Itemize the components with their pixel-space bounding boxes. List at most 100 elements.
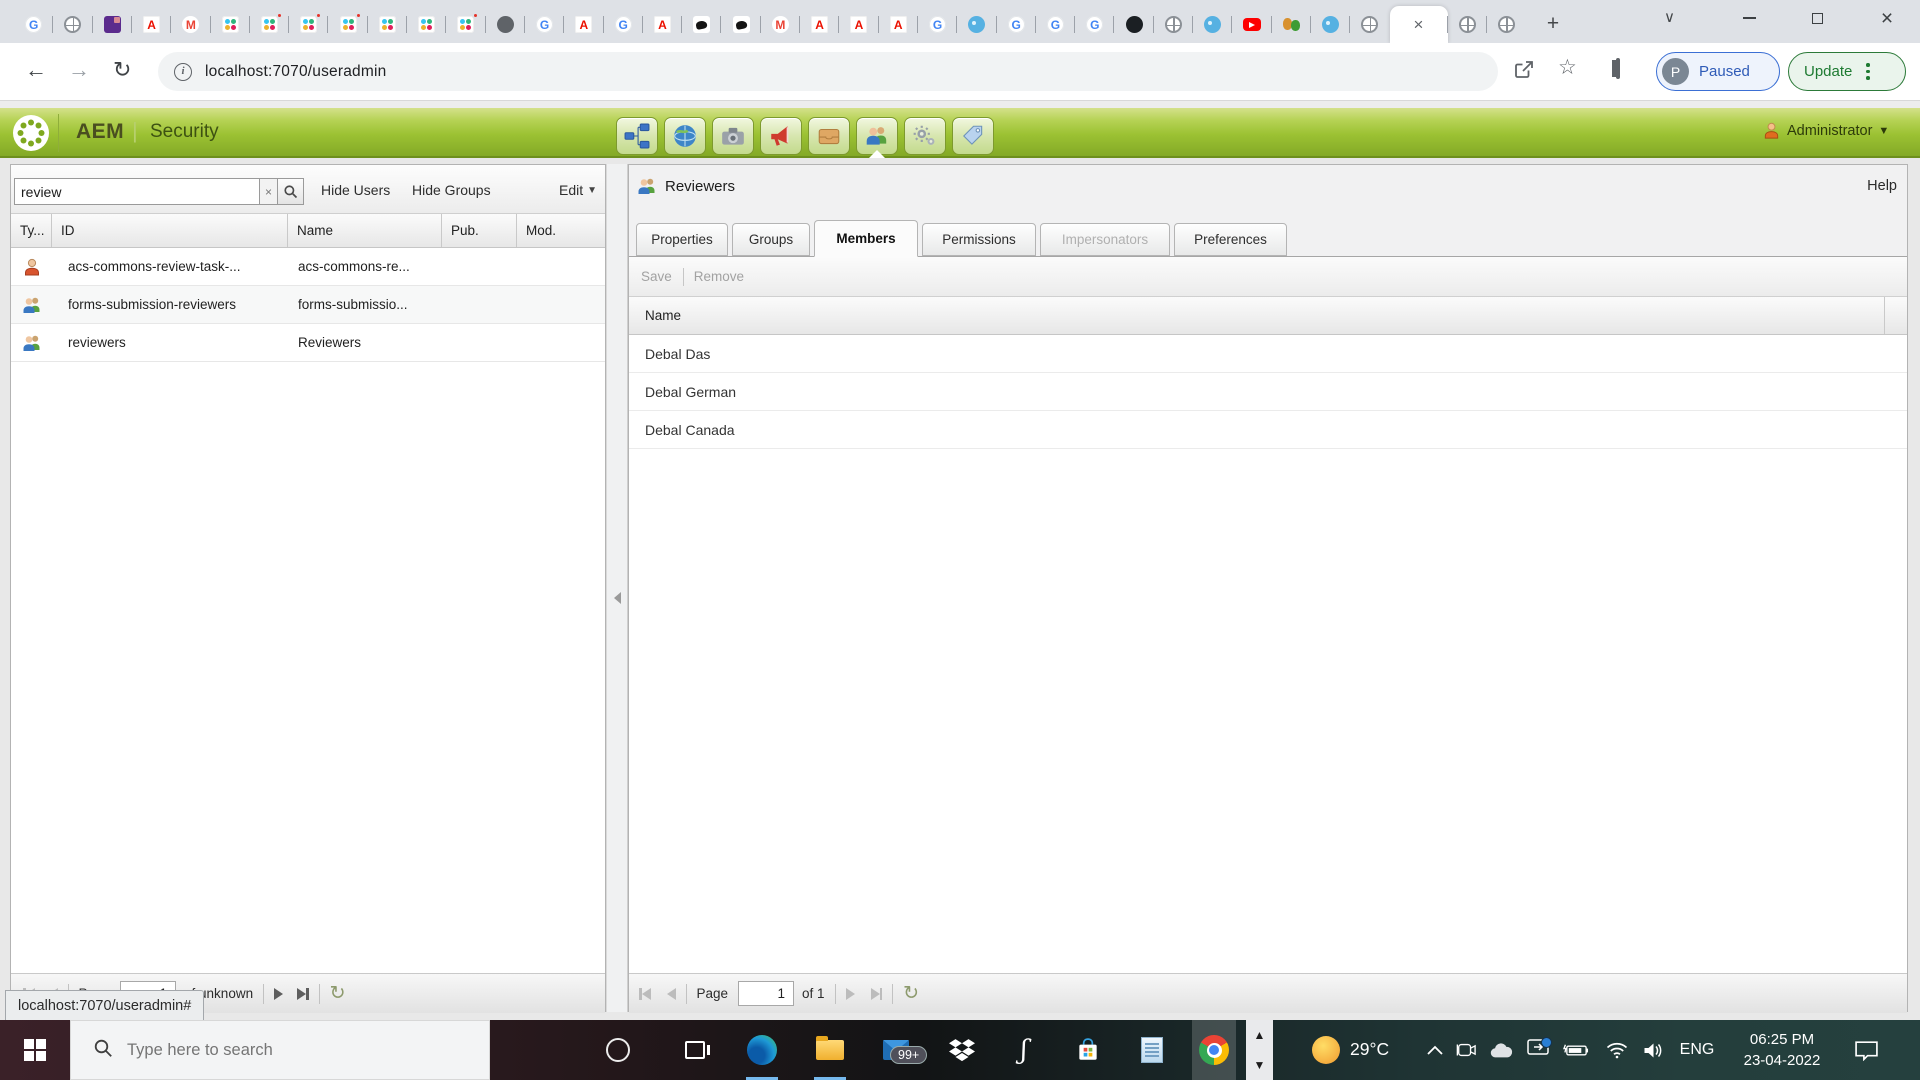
- panel-splitter[interactable]: [606, 164, 628, 1012]
- collapse-panel-icon[interactable]: [614, 592, 621, 604]
- kebab-menu-icon[interactable]: [1866, 63, 1870, 80]
- share-icon[interactable]: [1512, 57, 1536, 86]
- window-close-button[interactable]: ×: [1856, 0, 1918, 36]
- tab-youtube[interactable]: [1231, 6, 1271, 43]
- taskbar-search-input[interactable]: [127, 1040, 427, 1060]
- first-page-button[interactable]: [639, 987, 651, 1000]
- battery-charging-icon[interactable]: [1558, 1020, 1594, 1080]
- tab-globe[interactable]: [1152, 6, 1193, 43]
- edge-icon[interactable]: [738, 1020, 786, 1080]
- s-app-icon[interactable]: ʃ: [1000, 1020, 1048, 1080]
- last-page-button[interactable]: [870, 987, 883, 1000]
- taskbar-scroll-arrows[interactable]: ▲ ▼: [1246, 1020, 1273, 1080]
- mail-icon[interactable]: 99+: [872, 1020, 928, 1080]
- bookmark-star-icon[interactable]: ☆: [1558, 55, 1577, 80]
- tab-slack[interactable]: [445, 6, 485, 43]
- new-tab-button[interactable]: +: [1538, 9, 1568, 39]
- last-page-button[interactable]: [297, 987, 309, 1000]
- tab-blueapp[interactable]: [956, 6, 996, 43]
- tab-globe[interactable]: [1485, 6, 1526, 43]
- tab-slack[interactable]: [288, 6, 328, 43]
- tab-globe[interactable]: [1349, 6, 1389, 43]
- tab-adobe[interactable]: A: [798, 6, 839, 43]
- tab-slack[interactable]: [248, 6, 289, 43]
- column-mod[interactable]: Mod.: [517, 214, 605, 247]
- url-text[interactable]: localhost:7070/useradmin: [205, 63, 386, 81]
- tab-search-chevron-icon[interactable]: ∨: [1664, 8, 1675, 26]
- tab-gmail[interactable]: M: [759, 6, 800, 43]
- tab-properties[interactable]: Properties: [636, 223, 728, 256]
- clock[interactable]: 06:25 PM 23-04-2022: [1734, 1029, 1830, 1071]
- profile-paused-chip[interactable]: P Paused: [1656, 52, 1780, 91]
- weather-temp[interactable]: 29°C: [1350, 1039, 1389, 1060]
- member-row[interactable]: Debal Canada: [629, 411, 1907, 449]
- user-menu[interactable]: Administrator ▼: [1762, 121, 1889, 140]
- column-name[interactable]: Name: [629, 297, 1885, 334]
- hide-groups-link[interactable]: Hide Groups: [412, 182, 491, 198]
- tab-adobe[interactable]: A: [641, 6, 682, 43]
- scroll-down-icon[interactable]: ▼: [1246, 1050, 1273, 1080]
- onedrive-cloud-icon[interactable]: [1484, 1020, 1518, 1080]
- notification-chat-icon[interactable]: [1844, 1020, 1888, 1080]
- table-row[interactable]: acs-commons-review-task-... acs-commons-…: [11, 248, 605, 286]
- chrome-update-button[interactable]: Update: [1788, 52, 1906, 91]
- tab-google[interactable]: G: [14, 6, 53, 43]
- tools-icon[interactable]: [904, 117, 946, 155]
- tab-rabbit[interactable]: [681, 6, 721, 43]
- notepad-icon[interactable]: [1128, 1020, 1176, 1080]
- websites-icon[interactable]: [664, 117, 706, 155]
- tab-blueapp[interactable]: [1309, 6, 1350, 43]
- table-row[interactable]: reviewers Reviewers: [11, 324, 605, 362]
- tab-google[interactable]: G: [1074, 6, 1114, 43]
- help-link[interactable]: Help: [1867, 178, 1897, 194]
- column-type[interactable]: Ty...: [11, 214, 52, 247]
- cortana-icon[interactable]: [594, 1020, 642, 1080]
- tab-permissions[interactable]: Permissions: [922, 223, 1036, 256]
- clear-search-icon[interactable]: ×: [260, 178, 278, 205]
- wifi-icon[interactable]: [1600, 1020, 1634, 1080]
- dropbox-icon[interactable]: [938, 1020, 986, 1080]
- table-row[interactable]: forms-submission-reviewers forms-submiss…: [11, 286, 605, 324]
- scroll-up-icon[interactable]: ▲: [1246, 1020, 1273, 1050]
- tab-adobe[interactable]: A: [563, 6, 603, 43]
- side-panel-icon[interactable]: [1616, 58, 1620, 79]
- task-view-icon[interactable]: [671, 1020, 719, 1080]
- aem-logo-icon[interactable]: [12, 114, 50, 157]
- column-name[interactable]: Name: [288, 214, 442, 247]
- search-button[interactable]: [278, 178, 304, 205]
- campaigns-icon[interactable]: [760, 117, 802, 155]
- tab-members[interactable]: Members: [814, 220, 918, 257]
- next-page-button[interactable]: [274, 987, 284, 1000]
- tab-purple[interactable]: [91, 6, 132, 43]
- tab-adobe[interactable]: A: [130, 6, 171, 43]
- forward-button[interactable]: →: [68, 57, 90, 83]
- language-indicator[interactable]: ENG: [1672, 1020, 1722, 1080]
- tab-preferences[interactable]: Preferences: [1174, 223, 1287, 256]
- tab-slack[interactable]: [327, 6, 367, 43]
- tab-google[interactable]: G: [916, 6, 957, 43]
- site-info-icon[interactable]: i: [174, 62, 192, 81]
- previous-page-button[interactable]: [666, 987, 676, 1000]
- tab-gmail[interactable]: M: [170, 6, 210, 43]
- member-row[interactable]: Debal German: [629, 373, 1907, 411]
- tags-icon[interactable]: [952, 117, 994, 155]
- tab-github[interactable]: [1113, 6, 1153, 43]
- tab-slack[interactable]: [405, 6, 446, 43]
- refresh-icon[interactable]: ↻: [330, 984, 346, 1003]
- sync-display-icon[interactable]: [1520, 1020, 1556, 1080]
- digital-assets-icon[interactable]: [712, 117, 754, 155]
- back-button[interactable]: ←: [25, 57, 47, 83]
- taskbar-search[interactable]: [70, 1020, 490, 1080]
- tab-globe[interactable]: [1446, 6, 1487, 43]
- tab-google[interactable]: G: [1034, 6, 1075, 43]
- tab-greyball[interactable]: [484, 6, 525, 43]
- search-input[interactable]: [14, 178, 260, 205]
- sitemap-icon[interactable]: [616, 117, 658, 155]
- tab-rabbit[interactable]: [720, 6, 760, 43]
- tab-slack[interactable]: [209, 6, 250, 43]
- window-minimize-button[interactable]: [1718, 0, 1780, 36]
- next-page-button[interactable]: [845, 987, 855, 1000]
- tab-users[interactable]: [1270, 6, 1311, 43]
- tab-google[interactable]: G: [523, 6, 564, 43]
- edit-dropdown[interactable]: Edit ▼: [559, 182, 597, 198]
